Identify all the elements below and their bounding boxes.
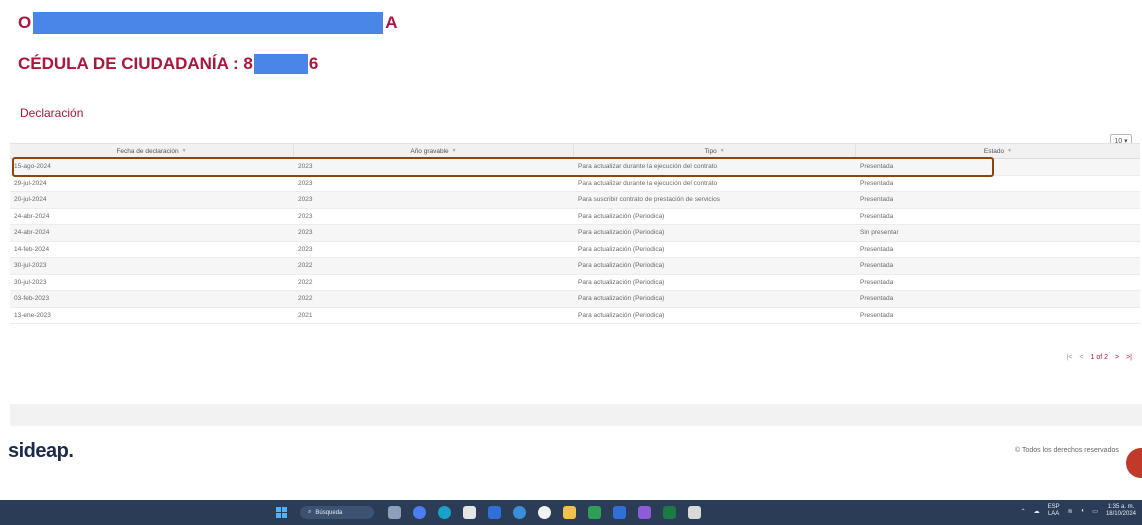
copilot-icon[interactable] — [413, 506, 426, 519]
table-header: Fecha de declaración ▼ Año gravable ▼ Tipo… — [10, 143, 1140, 159]
next-page-button[interactable]: > — [1115, 354, 1119, 361]
excel-icon[interactable] — [663, 506, 676, 519]
floating-action-button[interactable] — [1126, 448, 1142, 478]
file-explorer-icon[interactable] — [563, 506, 576, 519]
filter-icon[interactable]: ▼ — [1007, 148, 1012, 154]
task-view-icon[interactable] — [388, 506, 401, 519]
column-header-fecha[interactable]: Fecha de declaración ▼ — [10, 144, 294, 158]
taskbar-apps — [388, 506, 701, 519]
filter-icon[interactable]: ▼ — [720, 148, 725, 154]
wifi-icon[interactable]: ≋ — [1068, 508, 1073, 515]
windows-taskbar: ⌕ Búsqueda ⌃ ☁ ESP LAA ≋ ◖ ▭ 1:35 a. m. … — [0, 500, 1142, 525]
battery-icon[interactable]: ▭ — [1092, 508, 1098, 515]
table-row[interactable]: 30-jul-2023 2022 Para actualización (Per… — [10, 275, 1140, 291]
system-tray: ⌃ ☁ ESP LAA ≋ ◖ ▭ 1:35 a. m. 18/10/2024 — [1021, 504, 1136, 518]
person-name: O A — [18, 12, 398, 34]
sideap-logo: sideap. — [8, 440, 74, 462]
taskbar-search-placeholder: Búsqueda — [315, 509, 343, 516]
volume-icon[interactable]: ◖ — [1081, 508, 1085, 514]
column-header-ano[interactable]: Año gravable ▼ — [294, 144, 574, 158]
column-header-tipo[interactable]: Tipo ▼ — [574, 144, 856, 158]
prev-page-button[interactable]: < — [1079, 354, 1083, 361]
lync-icon[interactable] — [488, 506, 501, 519]
name-last: A — [385, 13, 398, 32]
name-redaction — [33, 12, 384, 34]
table-row[interactable]: 20-jul-2024 2023 Para suscribir contrato… — [10, 192, 1140, 209]
cedula-label: CÉDULA DE CIUDADANÍA : 8 — [18, 54, 253, 73]
edge-icon[interactable] — [438, 506, 451, 519]
app-icon[interactable] — [513, 506, 526, 519]
filter-icon[interactable]: ▼ — [452, 148, 457, 154]
table-row[interactable]: 03-feb-2023 2022 Para actualización (Per… — [10, 291, 1140, 308]
section-title: Declaración — [20, 106, 84, 120]
sticky-notes-icon[interactable] — [588, 506, 601, 519]
paint-icon[interactable] — [638, 506, 651, 519]
cloud-icon[interactable]: ☁ — [1034, 508, 1040, 515]
page: O A CÉDULA DE CIUDADANÍA : 8 6 Declaraci… — [0, 0, 1142, 525]
store-icon[interactable] — [463, 506, 476, 519]
table-row[interactable]: 15-ago-2024 2023 Para actualizar durante… — [10, 159, 1140, 176]
clock[interactable]: 1:35 a. m. 18/10/2024 — [1106, 504, 1136, 518]
pagination: |< < 1 of 2 > >| — [1066, 354, 1132, 361]
taskbar-search[interactable]: ⌕ Búsqueda — [300, 506, 374, 519]
column-header-estado[interactable]: Estado ▼ — [856, 144, 1140, 158]
first-page-button[interactable]: |< — [1066, 354, 1072, 361]
copyright-text: © Todos los derechos reservados — [1015, 447, 1119, 454]
declaration-table: Fecha de declaración ▼ Año gravable ▼ Tipo… — [10, 143, 1140, 324]
table-row[interactable]: 24-abr-2024 2023 Para actualización (Per… — [10, 225, 1140, 242]
search-icon: ⌕ — [308, 509, 312, 515]
page-info: 1 of 2 — [1090, 354, 1108, 361]
language-indicator[interactable]: ESP LAA — [1048, 504, 1060, 518]
chevron-up-icon[interactable]: ⌃ — [1021, 508, 1026, 515]
table-row[interactable]: 30-jul-2023 2022 Para actualización (Per… — [10, 258, 1140, 275]
table-row[interactable]: 13-ene-2023 2021 Para actualización (Per… — [10, 308, 1140, 324]
last-page-button[interactable]: >| — [1126, 354, 1132, 361]
cedula-line: CÉDULA DE CIUDADANÍA : 8 6 — [18, 53, 318, 75]
table-row[interactable]: 24-abr-2024 2023 Para actualización (Per… — [10, 209, 1140, 225]
calculator-icon[interactable] — [688, 506, 701, 519]
mail-icon[interactable] — [613, 506, 626, 519]
windows-start-icon[interactable] — [276, 507, 287, 518]
table-row[interactable]: 14-feb-2024 2023 Para actualización (Per… — [10, 242, 1140, 258]
footer-band — [10, 404, 1142, 426]
cedula-end: 6 — [308, 54, 319, 73]
name-first: O — [18, 13, 32, 32]
table-row[interactable]: 29-jul-2024 2023 Para actualizar durante… — [10, 176, 1140, 192]
cedula-redaction — [253, 54, 308, 74]
chrome-icon[interactable] — [538, 506, 551, 519]
filter-icon[interactable]: ▼ — [182, 148, 187, 154]
